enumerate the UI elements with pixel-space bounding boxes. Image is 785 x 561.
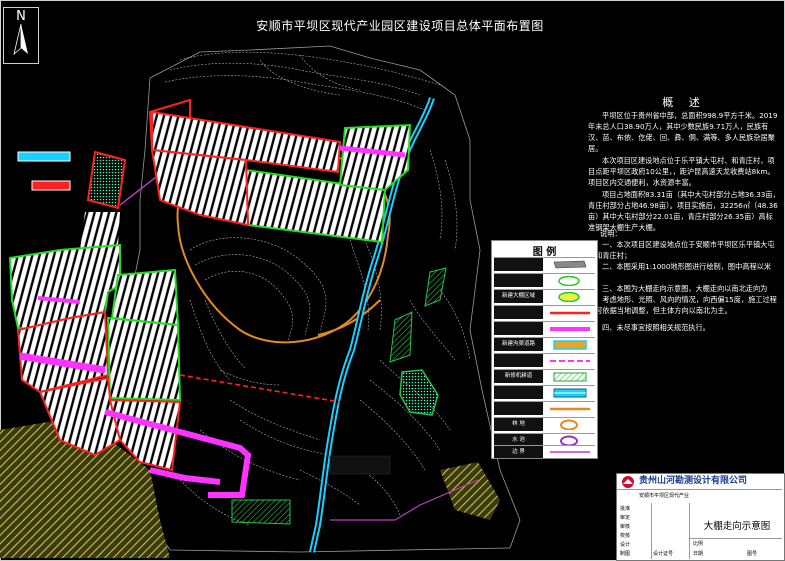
note-item: 一、本次项目区建设地点位于安顺市平坝区乐平镇大屯村和青庄村； bbox=[588, 240, 775, 260]
green-hatch-plot bbox=[231, 499, 291, 525]
titleblock-cell: 设计证号 bbox=[653, 551, 674, 557]
titleblock-cell: 审定 bbox=[620, 515, 631, 521]
legend-label bbox=[494, 354, 543, 367]
cyan-hatch-pond bbox=[399, 369, 439, 416]
legend-panel: 图 例 新建大棚区域 新建沟渠道路 新修机耕道 林 地 水 池 边 界 bbox=[491, 240, 598, 459]
legend-label bbox=[494, 402, 543, 415]
legend-row: 新修机耕道 bbox=[494, 369, 595, 384]
scale-note bbox=[329, 455, 391, 475]
legend-row bbox=[494, 321, 595, 336]
overview-paragraph: 平坝区位于贵州省中部，总面积998.9平方千米。2019年末总人口38.90万人… bbox=[588, 111, 778, 153]
title-block: 贵州山河勘测设计有限公司 安顺市平坝区现代产业 批准 审定 审核 校核 设计 制… bbox=[616, 473, 785, 561]
cyan-double-symbol bbox=[553, 340, 587, 350]
green-hatch-mid bbox=[389, 311, 413, 363]
magenta-dash-symbol bbox=[550, 360, 590, 362]
legend-row bbox=[494, 273, 595, 288]
titleblock-row: 安顺市平坝区现代产业 bbox=[617, 489, 782, 504]
legend-label: 林 地 bbox=[494, 418, 543, 431]
note-item: 四、未尽事宜按照相关规范执行。 bbox=[602, 323, 710, 332]
legend-row bbox=[494, 257, 595, 272]
cyan-hatch-symbol bbox=[553, 388, 587, 398]
company-name: 贵州山河勘测设计有限公司 bbox=[639, 476, 748, 486]
company-logo-icon bbox=[622, 476, 634, 488]
titleblock-cell: 图号 bbox=[747, 551, 758, 557]
hatch-gray-symbol bbox=[553, 260, 587, 269]
legend-row bbox=[494, 401, 595, 416]
project-name: 安顺市平坝区现代产业 bbox=[639, 493, 690, 499]
red-marker bbox=[31, 180, 71, 191]
legend-row: 新建沟渠道路 bbox=[494, 337, 595, 352]
legend-label: 新建大棚区域 bbox=[494, 290, 543, 303]
north-arrow: N bbox=[3, 7, 39, 64]
purple-line-symbol bbox=[550, 451, 590, 453]
green-oval-symbol bbox=[558, 275, 580, 286]
green-hatch-symbol bbox=[553, 372, 587, 382]
titleblock-cell: 批准 bbox=[620, 506, 631, 512]
legend-label bbox=[494, 274, 543, 287]
overview-paragraph: 项目占地面积83.31亩（其中大屯村部分占地36.33亩，青庄村部分占地46.9… bbox=[588, 190, 780, 232]
forest-edge bbox=[317, 299, 381, 336]
legend-label bbox=[494, 386, 543, 399]
greenhouse-block-north bbox=[148, 98, 412, 244]
pink-line-symbol bbox=[550, 327, 590, 331]
titleblock-cell: 制图 bbox=[620, 551, 631, 557]
drawing-name: 大棚走向示意图 bbox=[703, 521, 771, 532]
cyan-marker bbox=[17, 151, 71, 162]
cyan-hatch-plot bbox=[86, 150, 127, 210]
legend-label: 边 界 bbox=[494, 446, 543, 458]
drawing-title: 安顺市平坝区现代产业园区建设项目总体平面布置图 bbox=[256, 19, 544, 33]
legend-row bbox=[494, 353, 595, 368]
titleblock-cell: 审核 bbox=[620, 524, 631, 530]
legend-label bbox=[494, 322, 543, 335]
note-item: 三、本图为大棚走向示意图，大棚走向以南北走向为主，考虑地形、光照、风向的情况，向… bbox=[588, 284, 777, 315]
legend-label bbox=[494, 258, 543, 271]
titleblock-cell: 设计 bbox=[620, 542, 631, 548]
titleblock-divider bbox=[651, 503, 652, 559]
notes-section: 说明： 一、本次项目区建设地点位于安顺市平坝区乐平镇大屯村和青庄村； 二、本图采… bbox=[588, 228, 780, 333]
notes-heading: 说明： bbox=[600, 229, 622, 238]
orange-line-symbol bbox=[550, 407, 590, 411]
titleblock-divider bbox=[689, 503, 690, 559]
titleblock-divider bbox=[689, 538, 782, 539]
green-yellow-oval-symbol bbox=[558, 291, 580, 302]
legend-title: 图 例 bbox=[532, 247, 557, 258]
titleblock-cell: 比例 bbox=[693, 541, 704, 547]
legend-row bbox=[494, 305, 595, 320]
legend-row bbox=[494, 385, 595, 400]
north-arrow-icon bbox=[13, 23, 28, 56]
farmland-area-se bbox=[440, 462, 500, 520]
legend-label: 新建沟渠道路 bbox=[494, 338, 543, 351]
titleblock-cell: 日期 bbox=[693, 551, 704, 557]
legend-row: 新建大棚区域 bbox=[494, 289, 595, 304]
note-item: 二、本图采用1:1000地形图进行绘制，图中高程以米计； bbox=[588, 262, 772, 282]
green-hatch-small bbox=[424, 267, 447, 307]
road-southwest bbox=[149, 467, 221, 485]
orange-oval-symbol bbox=[560, 419, 578, 430]
legend-label: 新修机耕道 bbox=[494, 370, 543, 383]
legend-label bbox=[494, 306, 543, 319]
overview-paragraph: 本次项目区建设地点位于乐平镇大屯村、和青庄村，项目点距平坝区政府10公里，，距沪… bbox=[588, 156, 775, 187]
red-dashed-road bbox=[179, 374, 341, 403]
titleblock-cell: 校核 bbox=[620, 533, 631, 539]
overview-section: 概 述 平坝区位于贵州省中部，总面积998.9平方千米。2019年末总人口38.… bbox=[588, 97, 780, 234]
overview-heading: 概 述 bbox=[662, 96, 706, 109]
legend-row: 林 地 bbox=[494, 417, 595, 432]
legend-row: 边 界 bbox=[494, 445, 595, 458]
red-line-symbol bbox=[550, 311, 590, 315]
